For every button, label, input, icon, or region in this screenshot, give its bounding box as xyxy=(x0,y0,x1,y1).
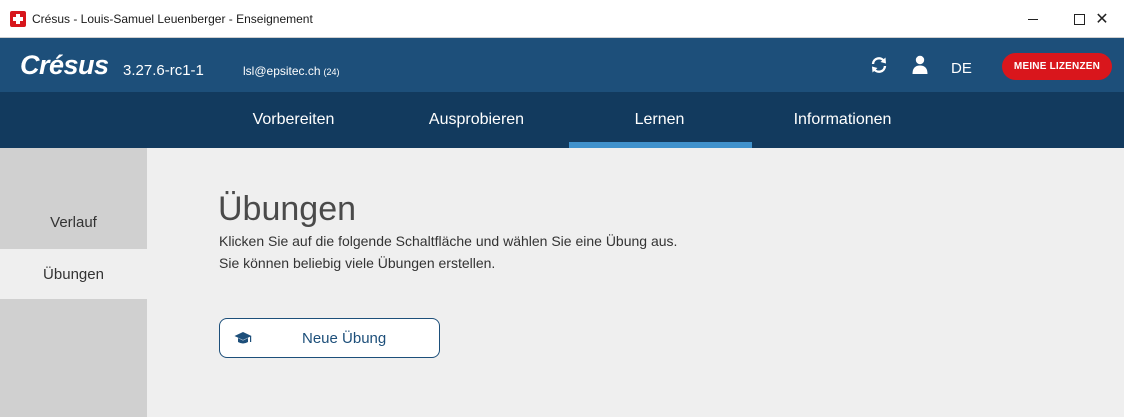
tab-lernen[interactable]: Lernen xyxy=(568,92,751,148)
close-icon: ✕ xyxy=(1095,11,1109,28)
cresus-logo: Crésus xyxy=(20,50,109,80)
my-licenses-button[interactable]: MEINE LIZENZEN xyxy=(1002,53,1112,80)
graduation-cap-icon xyxy=(234,332,252,344)
sync-icon[interactable] xyxy=(870,56,888,74)
page-title: Übungen xyxy=(218,190,357,228)
tab-vorbereiten[interactable]: Vorbereiten xyxy=(202,92,385,148)
tab-informationen[interactable]: Informationen xyxy=(751,92,934,148)
main-content xyxy=(147,148,1124,417)
version-label: 3.27.6-rc1-1 xyxy=(123,62,204,79)
tab-ausprobieren[interactable]: Ausprobieren xyxy=(385,92,568,148)
sidebar-item-uebungen[interactable]: Übungen xyxy=(0,249,147,299)
user-count: (24) xyxy=(323,67,340,77)
minimize-button[interactable] xyxy=(1010,0,1056,38)
new-exercise-button[interactable]: Neue Übung xyxy=(219,318,440,358)
close-button[interactable]: ✕ xyxy=(1080,0,1124,38)
sidebar-item-verlauf[interactable]: Verlauf xyxy=(0,197,147,247)
swiss-flag-icon xyxy=(10,11,26,27)
window-title: Crésus - Louis-Samuel Leuenberger - Ense… xyxy=(32,12,313,26)
email-text: lsl@epsitec.ch xyxy=(243,64,321,78)
new-exercise-label: Neue Übung xyxy=(302,330,387,347)
minimize-icon xyxy=(1028,18,1038,20)
user-email[interactable]: lsl@epsitec.ch (24) xyxy=(243,64,340,78)
description-line-2: Sie können beliebig viele Übungen erstel… xyxy=(219,255,496,271)
language-selector[interactable]: DE xyxy=(951,60,972,77)
description-line-1: Klicken Sie auf die folgende Schaltfläch… xyxy=(219,233,678,249)
user-icon[interactable] xyxy=(911,55,929,75)
